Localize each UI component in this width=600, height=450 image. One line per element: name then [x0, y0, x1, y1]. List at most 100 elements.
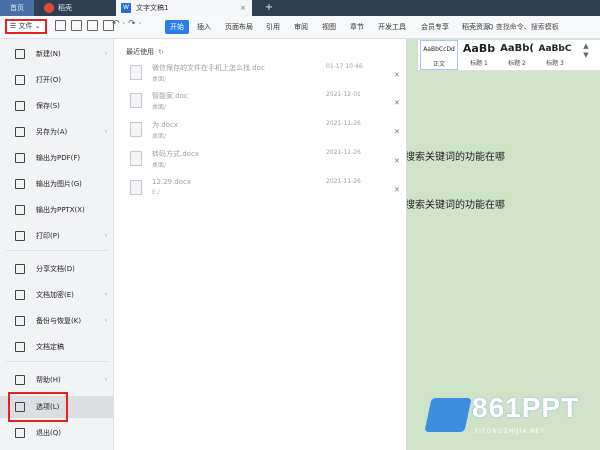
recent-file-date: 2021-11-26	[326, 120, 361, 127]
chevron-right-icon: ›	[104, 232, 107, 239]
style-normal-name: 正文	[432, 61, 445, 68]
menu-item-new[interactable]: 新建(N) ›	[0, 43, 113, 65]
recent-file-name: 智能家.doc	[152, 92, 188, 100]
menu-item-share[interactable]: 分享文档(D)	[0, 258, 113, 280]
file-menu: 新建(N) › 打开(O) 保存(S) 另存为(A) › 输出为PDF(F) 输出为…	[0, 39, 114, 450]
tab-developer[interactable]: 开发工具	[378, 20, 406, 34]
chevron-right-icon: ›	[104, 128, 107, 135]
save-icon[interactable]	[71, 20, 82, 31]
refresh-icon[interactable]: ↻	[158, 48, 164, 56]
document-icon	[130, 122, 142, 137]
menu-item-encrypt[interactable]: 文档加密(E) ›	[0, 284, 113, 306]
menu-item-label: 帮助(H)	[36, 376, 61, 384]
recent-file-path: 桌面/	[152, 104, 167, 111]
share-icon	[15, 264, 25, 274]
recent-file-item[interactable]: 为.docx 桌面/ 2021-11-26 ✕	[114, 118, 406, 146]
menu-item-label: 分享文档(D)	[36, 265, 75, 273]
watermark-brand: 861PPT	[472, 392, 580, 423]
style-h2-sample: AaBb(	[500, 43, 534, 54]
menu-item-label: 文档定稿	[36, 343, 64, 351]
tab-home[interactable]: 首页	[0, 0, 34, 16]
pin-icon[interactable]: ✕	[394, 99, 400, 107]
style-heading-3[interactable]: AaBbC 标题 3	[536, 40, 574, 70]
menu-item-exit[interactable]: 退出(Q)	[0, 422, 113, 444]
recent-files-panel: 最近使用 ↻ 微信保存的文件在手机上怎么找.doc 桌面/ 01-17 10:46…	[114, 39, 407, 450]
style-normal[interactable]: AaBbCcDd 正文	[420, 40, 458, 70]
quick-access-toolbar	[55, 20, 119, 31]
tab-daoke-resources[interactable]: 稻壳资源	[462, 20, 490, 34]
recent-header-label: 最近使用	[126, 48, 154, 56]
undo-redo-icons[interactable]: ↶ · ↷ ·	[112, 19, 141, 29]
style-h2-name: 标题 2	[508, 60, 526, 67]
chevron-right-icon: ›	[104, 291, 107, 298]
menu-item-print[interactable]: 打印(P) ›	[0, 225, 113, 247]
menu-item-backup[interactable]: 备份与恢复(K) ›	[0, 310, 113, 332]
recent-file-item[interactable]: 微信保存的文件在手机上怎么找.doc 桌面/ 01-17 10:46 ✕	[114, 61, 406, 89]
style-h1-sample: AaBb	[462, 42, 496, 55]
new-tab-button[interactable]: +	[262, 0, 276, 16]
tab-page-layout[interactable]: 页面布局	[225, 20, 253, 34]
pin-icon[interactable]: ✕	[394, 71, 400, 79]
menu-item-finalize[interactable]: 文档定稿	[0, 336, 113, 358]
new-file-icon	[15, 49, 25, 59]
close-tab-icon[interactable]: ×	[240, 0, 246, 16]
style-heading-2[interactable]: AaBb( 标题 2	[498, 40, 536, 70]
menu-item-save[interactable]: 保存(S)	[0, 95, 113, 117]
save-icon	[15, 101, 25, 111]
style-h3-name: 标题 3	[546, 60, 564, 67]
recent-file-item[interactable]: 转码方式.docx 桌面/ 2021-11-26 ✕	[114, 147, 406, 175]
recent-file-date: 2021-11-26	[326, 149, 361, 156]
recent-file-date: 01-17 10:46	[326, 63, 363, 70]
styles-gallery: AaBbCcDd 正文 AaBb 标题 1 AaBb( 标题 2 AaBbC 标…	[418, 40, 600, 71]
print-icon[interactable]	[87, 20, 98, 31]
tab-member[interactable]: 会员专享	[421, 20, 449, 34]
tab-daoke[interactable]: 稻壳	[36, 0, 106, 16]
document-icon	[130, 180, 142, 195]
tab-document-label: 文字文稿1	[136, 4, 169, 12]
menu-item-export-image[interactable]: 输出为图片(G)	[0, 173, 113, 195]
ribbon-bar: ☰ 文件 ⌄ ↶ · ↷ · 开始 插入 页面布局 引用 审阅 视图 章节 开发…	[0, 16, 600, 39]
tab-view[interactable]: 视图	[322, 20, 336, 34]
recent-file-name: 微信保存的文件在手机上怎么找.doc	[152, 64, 265, 72]
menu-item-open[interactable]: 打开(O)	[0, 69, 113, 91]
command-search-input[interactable]: Q 查找命令、搜索模板	[488, 20, 598, 34]
pin-icon[interactable]: ✕	[394, 157, 400, 165]
watermark-logo-icon	[424, 398, 472, 432]
recent-file-item[interactable]: 智能家.doc 桌面/ 2021-12-01 ✕	[114, 89, 406, 117]
menu-item-help[interactable]: 帮助(H) ›	[0, 369, 113, 391]
help-icon	[15, 375, 25, 385]
recent-file-name: 转码方式.docx	[152, 150, 199, 158]
file-menu-button[interactable]: ☰ 文件 ⌄	[5, 19, 47, 34]
menu-item-export-pdf[interactable]: 输出为PDF(F)	[0, 147, 113, 169]
pin-icon[interactable]: ✕	[394, 128, 400, 136]
tab-insert[interactable]: 插入	[197, 20, 211, 34]
menu-item-save-as[interactable]: 另存为(A) ›	[0, 121, 113, 143]
pin-icon[interactable]: ✕	[394, 186, 400, 194]
watermark-site: XITONGZHIJIA.NET	[474, 428, 546, 435]
styles-scroll-icon[interactable]: ▲ ▼	[578, 42, 594, 60]
recent-file-date: 2021-11-26	[326, 178, 361, 185]
recent-file-item[interactable]: 12.29.docx E:/ 2021-11-26 ✕	[114, 176, 406, 204]
recent-file-date: 2021-12-01	[326, 91, 361, 98]
document-text-line: 搜索关键词的功能在哪	[405, 152, 505, 163]
tab-start[interactable]: 开始	[165, 20, 189, 34]
menu-item-label: 备份与恢复(K)	[36, 317, 82, 325]
tab-chapter[interactable]: 章节	[350, 20, 364, 34]
style-h3-sample: AaBbC	[538, 44, 572, 54]
tab-references[interactable]: 引用	[266, 20, 280, 34]
tab-daoke-label: 稻壳	[58, 4, 72, 12]
recent-file-path: E:/	[152, 189, 160, 196]
tab-review[interactable]: 审阅	[294, 20, 308, 34]
lock-icon	[15, 290, 25, 300]
style-heading-1[interactable]: AaBb 标题 1	[460, 40, 498, 70]
pptx-icon	[15, 205, 25, 215]
menu-item-export-pptx[interactable]: 输出为PPTX(X)	[0, 199, 113, 221]
tab-document[interactable]: W 文字文稿1 ×	[116, 0, 252, 16]
document-text-line: 搜索关键词的功能在哪	[405, 200, 505, 211]
site-watermark: 861PPT XITONGZHIJIA.NET	[424, 392, 598, 444]
new-doc-icon[interactable]	[55, 20, 66, 31]
menu-item-label: 保存(S)	[36, 102, 60, 110]
pdf-icon	[15, 153, 25, 163]
recent-file-path: 桌面/	[152, 76, 167, 83]
style-h1-name: 标题 1	[470, 60, 488, 67]
